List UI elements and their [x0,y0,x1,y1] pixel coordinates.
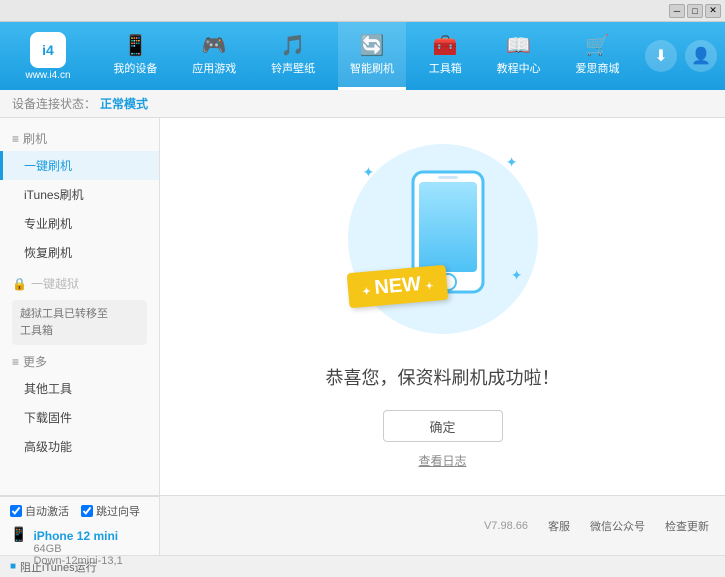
version-text: V7.98.66 [484,520,528,532]
nav-smart-flash-label: 智能刷机 [350,60,394,76]
skip-wizard-input[interactable] [81,505,93,517]
window-controls[interactable]: ─ □ ✕ [669,4,721,18]
skip-wizard-checkbox[interactable]: 跳过向导 [81,503,140,519]
nav-ringtones-label: 铃声壁纸 [271,60,315,76]
nav-tutorial-label: 教程中心 [497,60,541,76]
apps-games-icon: 🎮 [202,36,227,56]
nav-tutorial[interactable]: 📖 教程中心 [485,22,553,90]
sidebar-item-one-click[interactable]: 一键刷机 [0,151,159,180]
status-label: 设备连接状态： [12,95,96,112]
nav-toolbox-label: 工具箱 [429,60,462,76]
nav-apps-games[interactable]: 🎮 应用游戏 [180,22,248,90]
success-illustration: NEW ✦ ✦ ✦ [343,144,543,344]
nav-ringtones[interactable]: 🎵 铃声壁纸 [259,22,327,90]
toolbox-icon: 🧰 [433,36,458,56]
sparkle-icon-3: ✦ [511,267,523,284]
ringtones-icon: 🎵 [281,36,306,56]
nav-apple-store-label: 爱思商城 [575,60,619,76]
download-button[interactable]: ⬇ [645,40,677,72]
nav-bar: 📱 我的设备 🎮 应用游戏 🎵 铃声壁纸 🔄 智能刷机 🧰 工具箱 📖 教程中心… [96,22,637,90]
profile-button[interactable]: 👤 [685,40,717,72]
status-bar: 设备连接状态： 正常模式 [0,90,725,118]
header-right-actions: ⬇ 👤 [645,40,717,72]
bottom-right-bar: V7.98.66 客服 微信公众号 检查更新 [160,496,725,555]
sidebar-section-more: ≡ 更多 其他工具 下载固件 高级功能 [0,349,159,461]
sidebar-item-pro-flash[interactable]: 专业刷机 [0,209,159,238]
confirm-button[interactable]: 确定 [383,410,503,442]
content-area: NEW ✦ ✦ ✦ 恭喜您，保资料刷机成功啦！ 确定 查看日志 [160,118,725,495]
my-device-icon: 📱 [123,36,148,56]
section-more-icon: ≡ [12,355,19,369]
main-layout: ≡ 刷机 一键刷机 iTunes刷机 专业刷机 恢复刷机 🔒 一键越狱 [0,118,725,495]
section-flash-icon: ≡ [12,132,19,146]
nav-toolbox[interactable]: 🧰 工具箱 [417,22,474,90]
itunes-label: 阻止iTunes运行 [20,559,97,575]
device-name: iPhone 12 mini [33,529,122,543]
device-storage: 64GB [33,543,122,555]
sidebar-section-flash-title: ≡ 刷机 [0,126,159,151]
nav-smart-flash[interactable]: 🔄 智能刷机 [338,22,406,90]
check-update-link[interactable]: 检查更新 [665,518,709,534]
nav-apps-games-label: 应用游戏 [192,60,236,76]
device-phone-icon: 📱 [10,526,27,543]
header: i4 www.i4.cn 📱 我的设备 🎮 应用游戏 🎵 铃声壁纸 🔄 智能刷机… [0,22,725,90]
nav-my-device[interactable]: 📱 我的设备 [101,22,169,90]
logo-icon: i4 [30,32,66,68]
smart-flash-icon: 🔄 [360,36,385,56]
itunes-icon: ■ [10,561,16,572]
bottom-full-bar: 自动激活 跳过向导 📱 iPhone 12 mini 64GB Down-12m… [0,495,725,555]
auto-activate-input[interactable] [10,505,22,517]
logo[interactable]: i4 www.i4.cn [8,26,88,86]
auto-activate-checkbox[interactable]: 自动激活 [10,503,69,519]
sidebar-section-jailbreak-title: 🔒 一键越狱 [0,271,159,296]
close-button[interactable]: ✕ [705,4,721,18]
success-title: 恭喜您，保资料刷机成功啦！ [326,364,560,390]
minimize-button[interactable]: ─ [669,4,685,18]
sidebar-section-flash: ≡ 刷机 一键刷机 iTunes刷机 专业刷机 恢复刷机 [0,126,159,267]
wechat-public-link[interactable]: 微信公众号 [590,518,645,534]
nav-apple-store[interactable]: 🛒 爱思商城 [563,22,631,90]
jailbreak-info-box: 越狱工具已转移至 工具箱 [12,300,147,345]
sidebar-item-other-tools[interactable]: 其他工具 [0,374,159,403]
checkbox-row: 自动激活 跳过向导 [10,503,149,519]
bottom-sidebar: 自动激活 跳过向导 📱 iPhone 12 mini 64GB Down-12m… [0,496,160,555]
customer-service-link[interactable]: 客服 [548,518,570,534]
status-value: 正常模式 [100,95,148,112]
tutorial-icon: 📖 [506,36,531,56]
sidebar-item-itunes-flash[interactable]: iTunes刷机 [0,180,159,209]
nav-my-device-label: 我的设备 [113,60,157,76]
sidebar-item-advanced[interactable]: 高级功能 [0,432,159,461]
apple-store-icon: 🛒 [585,36,610,56]
title-bar: ─ □ ✕ [0,0,725,22]
lock-icon: 🔒 [12,277,27,291]
sidebar-section-more-title: ≡ 更多 [0,349,159,374]
sparkle-icon-1: ✦ [363,164,375,181]
sidebar-item-download-firmware[interactable]: 下载固件 [0,403,159,432]
maximize-button[interactable]: □ [687,4,703,18]
sidebar: ≡ 刷机 一键刷机 iTunes刷机 专业刷机 恢复刷机 🔒 一键越狱 [0,118,160,495]
logo-url: www.i4.cn [25,70,70,81]
sidebar-item-restore-flash[interactable]: 恢复刷机 [0,238,159,267]
sidebar-section-jailbreak: 🔒 一键越狱 越狱工具已转移至 工具箱 [0,271,159,345]
daily-log-link[interactable]: 查看日志 [418,452,466,469]
sparkle-icon-2: ✦ [506,154,518,171]
